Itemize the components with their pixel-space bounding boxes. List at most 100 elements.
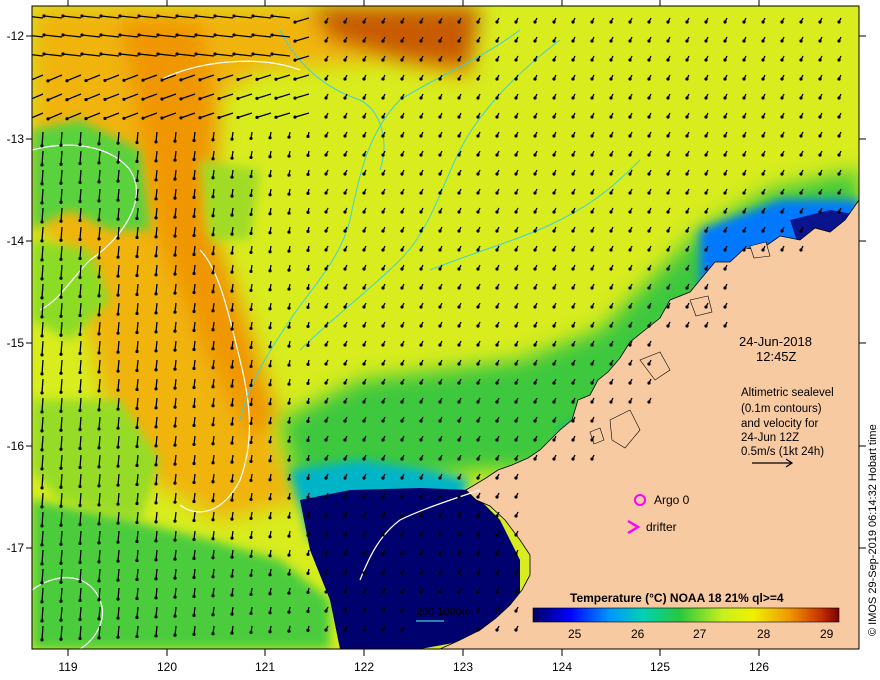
velocity-arrow-head — [381, 229, 385, 233]
velocity-arrow-head — [685, 115, 689, 119]
velocity-arrow-head — [40, 581, 44, 585]
velocity-arrow-head — [78, 351, 82, 356]
velocity-arrow-head — [590, 96, 594, 100]
velocity-arrow-head — [571, 77, 575, 81]
velocity-arrow-head — [685, 77, 689, 81]
velocity-arrow-head — [173, 500, 177, 504]
velocity-arrow-head — [704, 20, 708, 24]
velocity-arrow-head — [761, 96, 765, 100]
velocity-arrow-head — [438, 39, 442, 43]
velocity-arrow-head — [400, 476, 404, 480]
velocity-arrow-head — [46, 98, 50, 102]
velocity-arrow-head — [40, 505, 44, 509]
velocity-arrow-head — [135, 273, 139, 278]
velocity-arrow-head — [192, 309, 196, 314]
velocity-arrow-head — [837, 20, 841, 24]
velocity-arrow-head — [42, 33, 46, 37]
velocity-arrow-head — [704, 229, 708, 233]
velocity-arrow-head — [306, 305, 310, 309]
velocity-arrow-head — [457, 400, 461, 404]
velocity-arrow-head — [476, 457, 480, 461]
velocity-arrow-head — [780, 96, 784, 100]
velocity-arrow-head — [590, 305, 594, 309]
velocity-arrow-head — [59, 257, 63, 261]
velocity-arrow-head — [230, 403, 234, 407]
velocity-arrow-head — [154, 425, 158, 429]
velocity-arrow-head — [230, 517, 234, 521]
velocity-arrow-head — [103, 78, 107, 83]
velocity-arrow-head — [192, 442, 196, 447]
velocity-arrow-head — [419, 20, 423, 24]
velocity-arrow-head — [59, 409, 63, 413]
velocity-arrow-head — [343, 495, 347, 499]
velocity-arrow-head — [192, 271, 196, 276]
velocity-arrow-head — [362, 210, 366, 214]
velocity-arrow-head — [211, 385, 215, 389]
velocity-arrow-head — [419, 362, 423, 366]
velocity-arrow-head — [198, 97, 202, 101]
velocity-arrow-head — [173, 158, 177, 162]
velocity-arrow-head — [438, 20, 442, 24]
velocity-arrow-head — [343, 552, 347, 556]
velocity-arrow-head — [495, 476, 499, 480]
velocity-arrow-head — [287, 420, 291, 424]
velocity-arrow-head — [381, 20, 385, 24]
velocity-arrow-head — [590, 58, 594, 62]
velocity-arrow-head — [419, 419, 423, 423]
velocity-arrow-head — [211, 461, 215, 465]
velocity-arrow-head — [704, 286, 708, 290]
velocity-arrow-head — [213, 14, 217, 18]
velocity-arrow-head — [666, 191, 670, 195]
velocity-arrow-head — [211, 556, 215, 560]
velocity-arrow-head — [400, 381, 404, 385]
velocity-arrow-head — [59, 238, 63, 242]
velocity-arrow-head — [173, 443, 177, 447]
velocity-arrow-head — [192, 404, 196, 409]
velocity-arrow-head — [837, 77, 841, 81]
velocity-arrow-head — [293, 20, 297, 24]
velocity-arrow-head — [419, 96, 423, 100]
velocity-arrow-head — [552, 134, 556, 138]
velocity-arrow-head — [78, 636, 82, 641]
velocity-arrow-head — [457, 476, 461, 480]
velocity-arrow-head — [647, 305, 651, 309]
velocity-arrow-head — [135, 406, 139, 411]
velocity-arrow-head — [381, 362, 385, 366]
velocity-arrow-head — [837, 58, 841, 62]
velocity-arrow-head — [476, 571, 480, 575]
velocity-arrow-head — [647, 229, 651, 233]
velocity-arrow-head — [533, 400, 537, 404]
velocity-arrow-head — [268, 383, 272, 387]
velocity-arrow-head — [381, 571, 385, 575]
velocity-arrow-head — [742, 229, 746, 233]
velocity-arrow-head — [381, 419, 385, 423]
velocity-arrow-head — [514, 400, 518, 404]
velocity-arrow-head — [381, 172, 385, 176]
velocity-arrow-head — [65, 98, 69, 102]
velocity-arrow-head — [400, 39, 404, 43]
velocity-arrow-head — [666, 210, 670, 214]
velocity-arrow-head — [457, 590, 461, 594]
velocity-arrow-head — [46, 79, 50, 83]
velocity-arrow-head — [211, 214, 215, 218]
velocity-arrow-head — [343, 210, 347, 214]
velocity-arrow-head — [135, 634, 139, 639]
velocity-arrow-head — [457, 115, 461, 119]
velocity-arrow-head — [799, 134, 803, 138]
velocity-arrow-head — [270, 33, 274, 37]
velocity-arrow-head — [628, 39, 632, 43]
velocity-arrow-head — [533, 115, 537, 119]
velocity-arrow-head — [761, 172, 765, 176]
velocity-arrow-head — [400, 495, 404, 499]
velocity-arrow-head — [343, 628, 347, 632]
velocity-arrow-head — [780, 153, 784, 157]
velocity-arrow-head — [211, 613, 215, 617]
velocity-arrow-head — [419, 77, 423, 81]
velocity-arrow-head — [270, 52, 274, 56]
velocity-arrow-head — [400, 58, 404, 62]
velocity-arrow-head — [230, 631, 234, 635]
velocity-arrow-head — [723, 134, 727, 138]
velocity-arrow-head — [135, 368, 139, 373]
velocity-arrow-head — [571, 153, 575, 157]
velocity-arrow-head — [287, 515, 291, 519]
